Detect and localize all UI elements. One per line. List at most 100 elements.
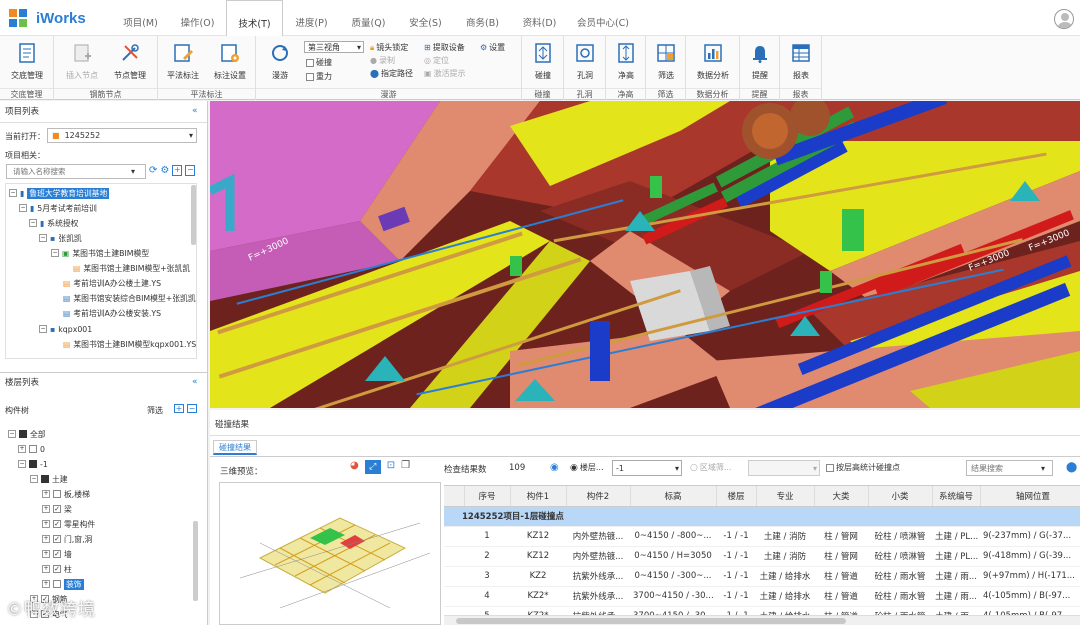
tree-node[interactable]: + ✓ 零星构件: [42, 517, 95, 531]
report-button[interactable]: 报表: [779, 42, 823, 81]
column-header[interactable]: 大类: [814, 486, 869, 507]
collision-toggle[interactable]: 碰撞: [306, 57, 332, 68]
current-project-select[interactable]: ■ 1245252 ▾: [47, 128, 197, 143]
gravity-toggle[interactable]: 重力: [306, 71, 332, 82]
group-row[interactable]: 1245252项目-1层碰撞点: [444, 506, 1080, 527]
mark-settings-button[interactable]: 标注设置: [208, 42, 252, 81]
tree-node[interactable]: − 土建: [30, 472, 68, 486]
menu-project[interactable]: 项目(M): [112, 12, 169, 36]
checkbox-icon[interactable]: [53, 580, 61, 588]
column-header[interactable]: 专业: [756, 486, 815, 507]
result-search-box[interactable]: ▾: [966, 460, 1053, 476]
checkbox-partial-icon[interactable]: [29, 460, 37, 468]
menu-safety[interactable]: 安全(S): [397, 12, 454, 36]
hole-button[interactable]: 孔洞: [563, 42, 607, 81]
tree-node[interactable]: ▤ 某图书馆土建BIM模型kqpx001.YS: [63, 337, 196, 351]
locate-button[interactable]: ◎ 定位: [424, 55, 449, 66]
tree-node[interactable]: ▤ 考前培训A办公楼安装.YS: [63, 306, 161, 320]
table-row[interactable]: 3 KZ2 抗紫外线承... 0~4150 / -300~... -1 / -1…: [444, 566, 1080, 587]
roam-button[interactable]: 漫游: [258, 42, 302, 81]
checkbox-checked-icon[interactable]: ✓: [53, 505, 61, 513]
menu-quality[interactable]: 质量(Q): [340, 12, 397, 36]
collapse-all-icon[interactable]: −: [187, 404, 197, 413]
clearance-button[interactable]: 净高: [604, 42, 648, 81]
extract-device-button[interactable]: ⊞ 提取设备: [424, 42, 465, 53]
tree-node[interactable]: + 板,楼梯: [42, 487, 90, 501]
zone-select[interactable]: ▾: [748, 460, 820, 476]
tree-node[interactable]: + ✓ 墙: [42, 547, 72, 561]
3d-viewport[interactable]: F=+3000 F=+3000 F=+3000: [210, 101, 1080, 408]
table-row[interactable]: 4 KZ2* 抗紫外线承... 3700~4150 / -30... -1 / …: [444, 586, 1080, 607]
data-analysis-button[interactable]: 数据分析: [691, 42, 735, 81]
column-header[interactable]: 序号: [464, 486, 511, 507]
checkbox-icon[interactable]: [29, 445, 37, 453]
tree-node[interactable]: + ✓ 梁: [42, 502, 72, 516]
column-header[interactable]: 标高: [630, 486, 717, 507]
checkbox-checked-icon[interactable]: ✓: [53, 535, 61, 543]
checkbox-checked-icon[interactable]: ✓: [53, 550, 61, 558]
copy-icon[interactable]: ❐: [401, 460, 410, 474]
tree-node[interactable]: − -1: [18, 457, 48, 471]
column-header[interactable]: 系统编号: [932, 486, 981, 507]
lens-lock-button[interactable]: 🔒︎ 镜头锁定: [370, 42, 408, 53]
checkbox-checked-icon[interactable]: ✓: [53, 565, 61, 573]
tree-node[interactable]: + ✓ 门,窗,洞: [42, 532, 92, 546]
tree-node[interactable]: ▤ 某图书馆安装综合BIM模型+张凯凯: [63, 291, 196, 305]
menu-technology[interactable]: 技术(T): [226, 0, 283, 36]
checkbox-icon[interactable]: [53, 490, 61, 498]
gear-icon[interactable]: ⚙: [160, 165, 169, 176]
floor-select[interactable]: -1 ▾: [612, 460, 682, 476]
menu-operation[interactable]: 操作(O): [169, 12, 226, 36]
expand-all-icon[interactable]: +: [172, 165, 183, 176]
project-search-box[interactable]: ▾: [6, 164, 146, 179]
tree-node[interactable]: +0: [18, 442, 45, 456]
project-search-input[interactable]: [7, 167, 131, 176]
tree-node[interactable]: − ▪ kqpx001: [39, 322, 92, 336]
table-row[interactable]: 2 KZ12 内外壁热镀... 0~4150 / H=3050 -1 / -1 …: [444, 546, 1080, 567]
menu-business[interactable]: 商务(B): [454, 12, 511, 36]
map-pin-icon[interactable]: ⬤: [1066, 462, 1077, 473]
menu-documents[interactable]: 资料(D): [511, 12, 568, 36]
color-palette-icon[interactable]: ◕: [350, 460, 359, 474]
elevation-stats-toggle[interactable]: 按层高统计碰撞点: [826, 462, 900, 473]
specify-path-button[interactable]: ⬤ 指定路径: [370, 68, 413, 79]
eye-icon[interactable]: ◉: [550, 462, 559, 473]
menu-member-center[interactable]: 会员中心(C): [568, 12, 638, 36]
filter-link[interactable]: 筛选: [147, 405, 163, 416]
roam-settings-button[interactable]: ⚙ 设置: [480, 42, 505, 53]
menu-progress[interactable]: 进度(P): [283, 12, 340, 36]
camera-icon[interactable]: ⊡: [387, 460, 395, 474]
table-row[interactable]: 1 KZ12 内外壁热镀... 0~4150 / -800~... -1 / -…: [444, 526, 1080, 547]
column-header[interactable]: 楼层: [716, 486, 757, 507]
scrollbar-thumb[interactable]: [456, 618, 846, 624]
expand-all-icon[interactable]: +: [174, 404, 184, 413]
record-button[interactable]: ● 录制: [370, 55, 395, 66]
column-header[interactable]: 小类: [868, 486, 933, 507]
fit-view-icon[interactable]: ⤢: [364, 460, 381, 474]
tree-node[interactable]: − 全部: [8, 427, 46, 441]
filter-button[interactable]: 筛选: [644, 42, 688, 81]
checkbox-partial-icon[interactable]: [19, 430, 27, 438]
node-manage-button[interactable]: 节点管理: [108, 42, 152, 81]
result-search-input[interactable]: [967, 463, 1041, 473]
zone-radio[interactable]: ○ 区域筛...: [690, 462, 732, 473]
tree-node[interactable]: ▤ 某图书馆土建BIM模型+张凯凯: [73, 261, 190, 275]
checkbox-partial-icon[interactable]: [41, 475, 49, 483]
collapse-icon[interactable]: «: [192, 106, 198, 116]
tab-clash-results[interactable]: 碰撞结果: [213, 440, 257, 455]
column-header[interactable]: 构件2: [566, 486, 631, 507]
jiaodi-manage-button[interactable]: 交底管理: [5, 42, 49, 81]
insert-node-button[interactable]: 插入节点: [60, 42, 104, 81]
tree-node[interactable]: − ▮ 鲁班大学教育培训基地: [9, 186, 110, 200]
pingfa-mark-button[interactable]: 平法标注: [161, 42, 205, 81]
column-header[interactable]: 轴网位置: [980, 486, 1080, 507]
activate-hint-button[interactable]: ▣ 激活提示: [424, 68, 466, 79]
checkbox-checked-icon[interactable]: ✓: [53, 520, 61, 528]
tree-node[interactable]: + ✓ 柱: [42, 562, 72, 576]
collapse-all-icon[interactable]: −: [185, 165, 196, 176]
tree-node[interactable]: − ▣ 某图书馆土建BIM模型: [51, 246, 149, 260]
clash-button[interactable]: 碰撞: [521, 42, 565, 81]
floor-radio[interactable]: ◉ 楼层...: [570, 462, 604, 473]
tree-node[interactable]: − ▮ 系统授权: [29, 216, 78, 230]
tree-node[interactable]: − ▪ 张凯凯: [39, 231, 82, 245]
